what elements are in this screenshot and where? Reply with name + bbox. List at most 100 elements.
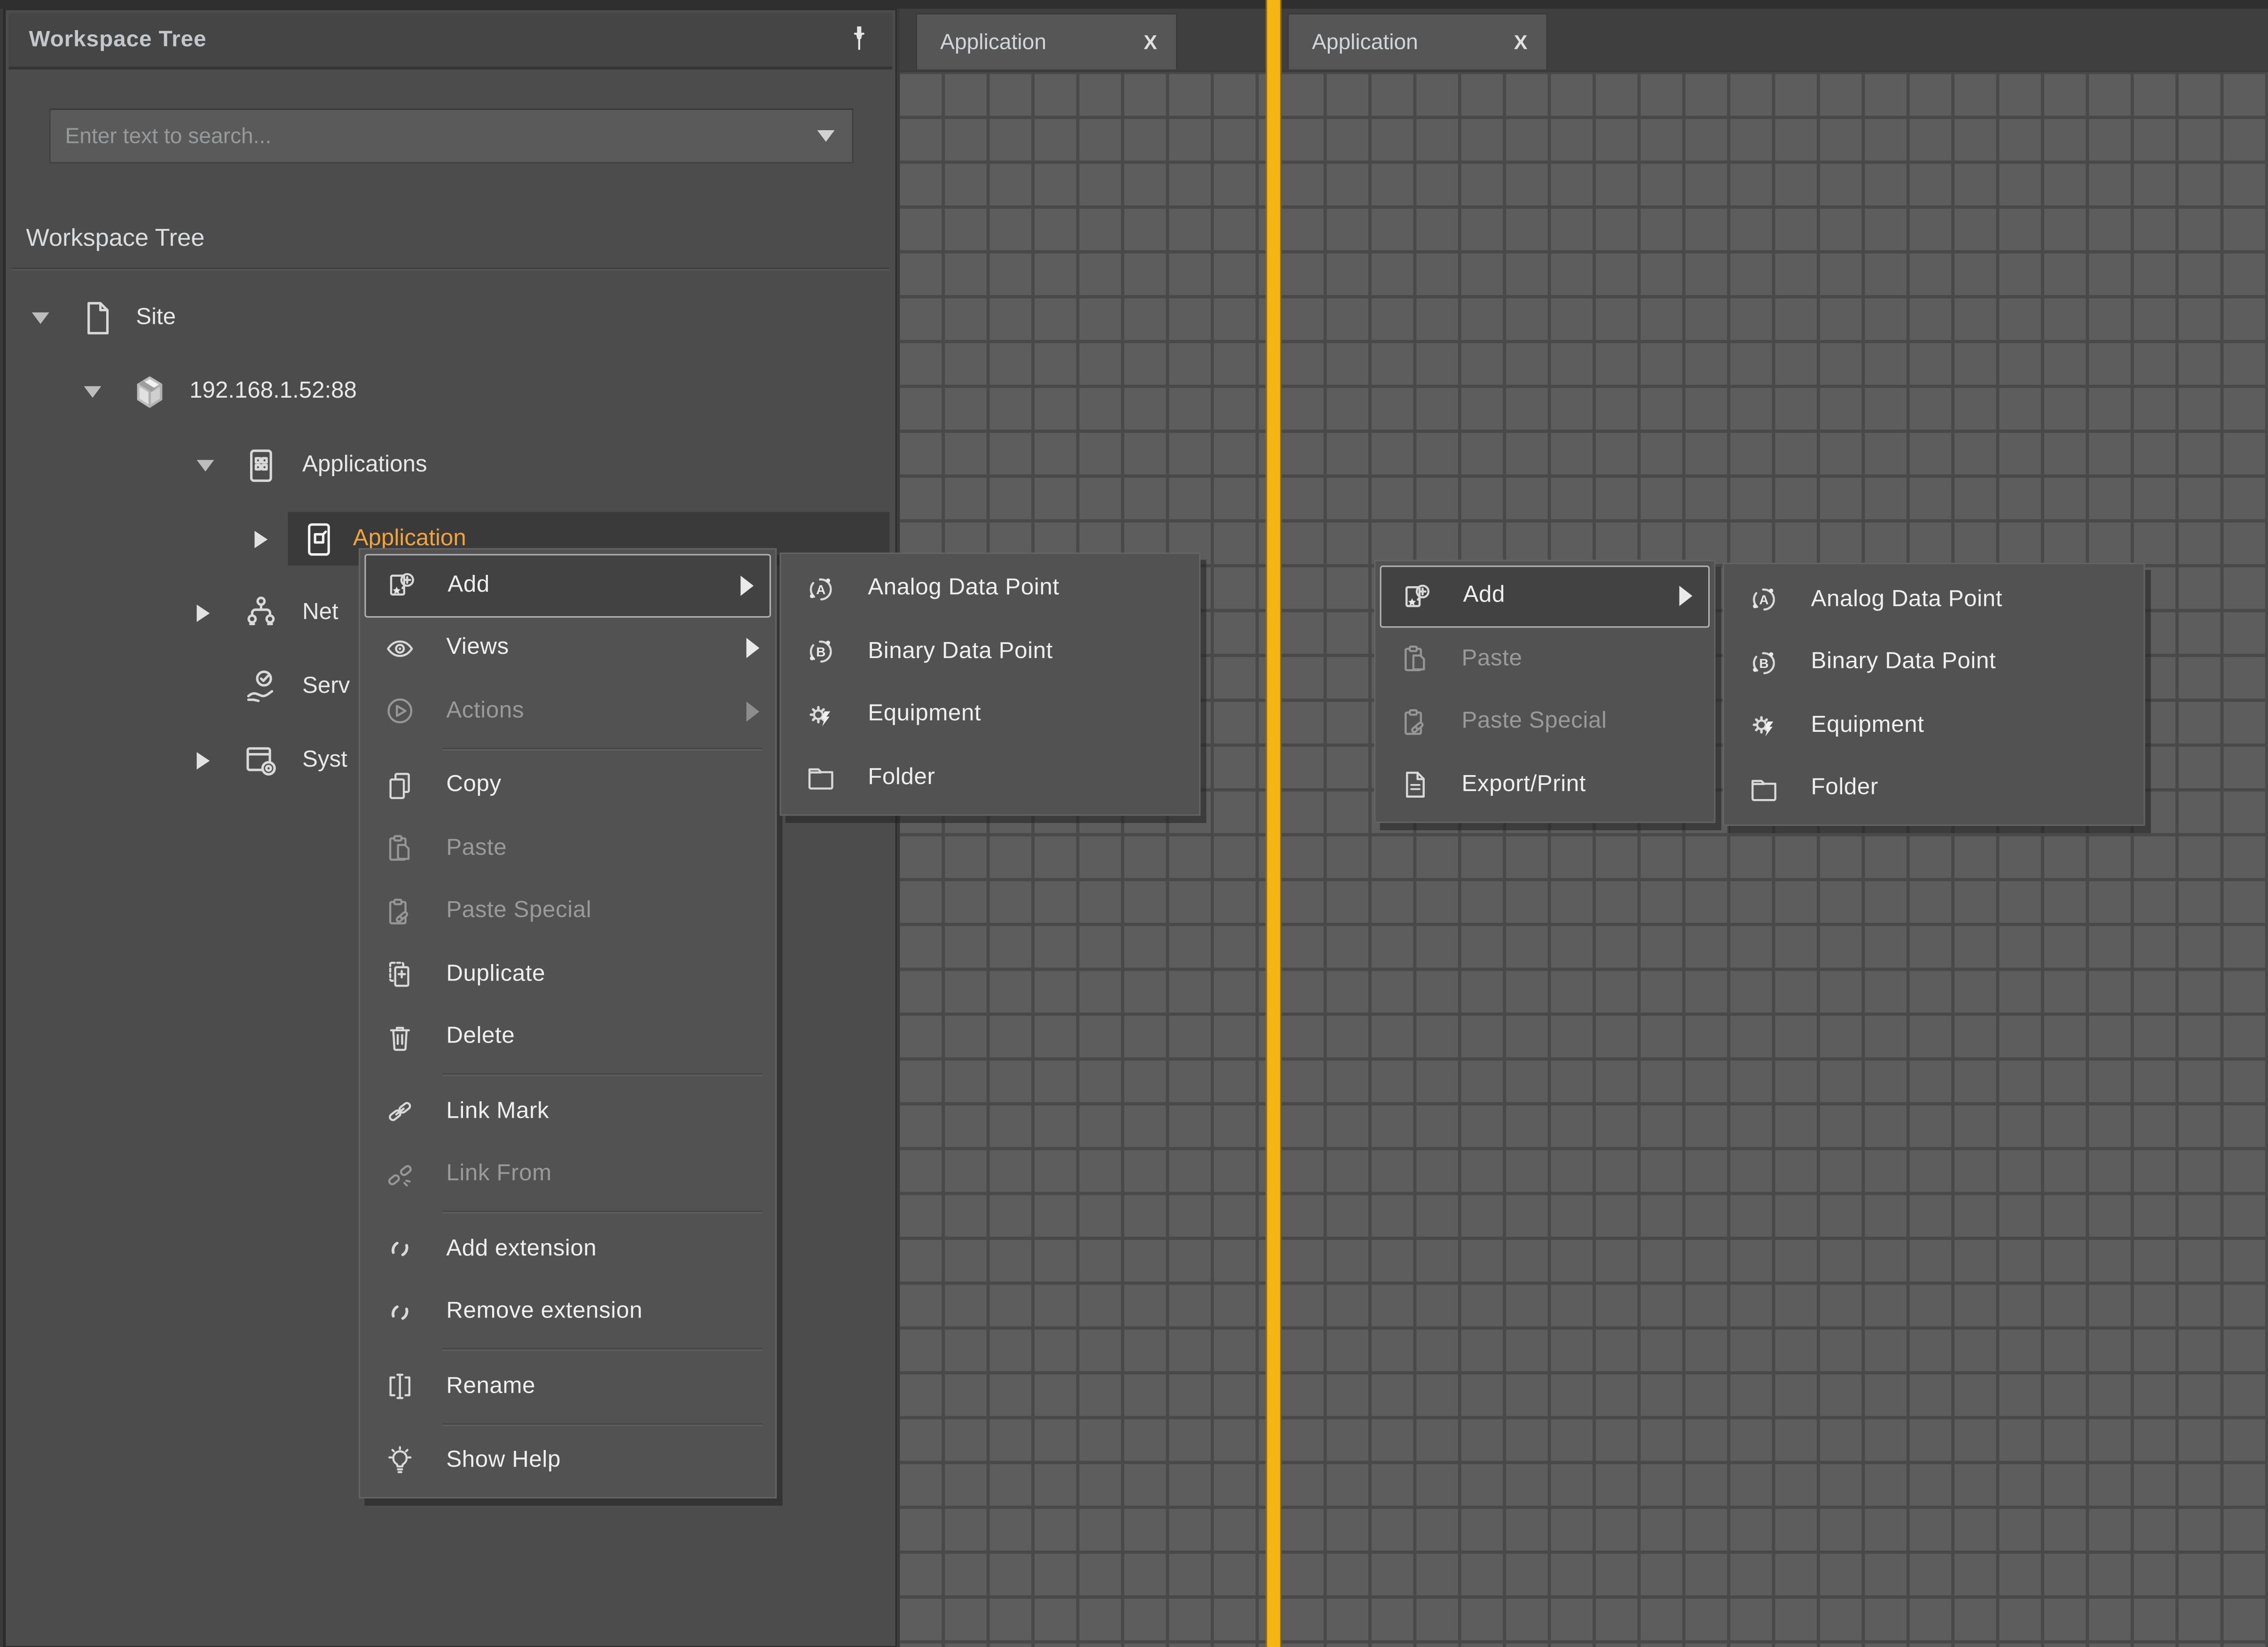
submenu-arrow-icon xyxy=(1679,586,1692,606)
close-icon[interactable]: X xyxy=(1514,31,1528,54)
close-icon[interactable]: X xyxy=(1144,31,1157,54)
add-submenu-right: A Analog Data Point B Binary Data Point Equi… xyxy=(1723,563,2145,826)
menu-item-add[interactable]: Add xyxy=(1379,565,1709,628)
equipment-icon xyxy=(804,698,838,732)
binary-point-icon: B xyxy=(804,635,838,669)
panel-title: Workspace Tree xyxy=(29,27,207,53)
equipment-icon xyxy=(1747,709,1781,743)
menu-item-label: Equipment xyxy=(1811,713,1924,738)
menu-item-paste-special[interactable]: Paste Special xyxy=(360,880,775,943)
help-icon xyxy=(383,1444,416,1478)
menu-item-paste[interactable]: Paste xyxy=(360,817,775,880)
menu-item-label: Paste xyxy=(446,836,507,862)
menu-item-remove-extension[interactable]: Remove extension xyxy=(360,1281,775,1344)
system-icon xyxy=(242,741,281,780)
submenu-arrow-icon xyxy=(740,575,753,596)
menu-item-label: Paste Special xyxy=(446,899,591,925)
menu-separator xyxy=(442,1348,761,1351)
panel-header: Workspace Tree xyxy=(8,13,892,70)
menu-item-analog-data-point[interactable]: A Analog Data Point xyxy=(1724,568,2143,631)
pane-divider[interactable] xyxy=(1265,0,1281,1647)
search-input[interactable] xyxy=(51,124,817,148)
pin-icon[interactable] xyxy=(843,23,875,58)
menu-separator xyxy=(442,747,761,750)
window-top-edge xyxy=(0,0,2268,8)
menu-item-equipment[interactable]: Equipment xyxy=(1724,694,2143,757)
tab-application-right[interactable]: Application X xyxy=(1287,13,1548,70)
chevron-right-icon[interactable] xyxy=(196,604,210,621)
menu-item-paste-special[interactable]: Paste Special xyxy=(1375,690,1713,753)
menu-item-label: Binary Data Point xyxy=(1811,650,1996,675)
tree-item-label: Applications xyxy=(302,452,427,478)
menu-item-add-extension[interactable]: Add extension xyxy=(360,1218,775,1281)
canvas-grid-left[interactable] xyxy=(900,70,1265,1647)
menu-item-delete[interactable]: Delete xyxy=(360,1006,775,1069)
tab-application-left[interactable]: Application X xyxy=(916,13,1177,70)
link-icon xyxy=(383,1095,416,1129)
menu-item-equipment[interactable]: Equipment xyxy=(781,683,1199,746)
chevron-down-icon[interactable] xyxy=(32,312,49,323)
menu-item-label: Add xyxy=(1463,583,1505,609)
tree-item-label: Serv xyxy=(302,673,350,699)
binary-point-icon: B xyxy=(1747,646,1781,680)
extension-icon xyxy=(383,1295,416,1329)
menu-item-link-from[interactable]: Link From xyxy=(360,1144,775,1207)
menu-item-actions[interactable]: Actions xyxy=(360,680,775,743)
menu-item-label: Link Mark xyxy=(446,1099,549,1125)
svg-text:A: A xyxy=(1759,593,1769,607)
menu-item-binary-data-point[interactable]: BBinary Data Point xyxy=(781,620,1199,683)
tree-item-192-168-1-52-88[interactable]: 192.168.1.52:88 xyxy=(6,364,891,418)
chevron-down-icon[interactable] xyxy=(196,459,214,471)
chevron-right-icon[interactable] xyxy=(196,752,210,769)
folder-icon xyxy=(804,761,838,794)
tab-label: Application xyxy=(1312,30,1418,54)
svg-text:A: A xyxy=(816,582,825,596)
add-submenu: AAnalog Data PointBBinary Data Point Equi… xyxy=(780,552,1201,815)
tab-label: Application xyxy=(940,30,1046,54)
add-icon xyxy=(1399,580,1433,613)
menu-item-rename[interactable]: Rename xyxy=(360,1355,775,1418)
tree-item-applications[interactable]: Applications xyxy=(6,438,891,492)
menu-item-show-help[interactable]: Show Help xyxy=(360,1430,775,1493)
link-broken-icon xyxy=(383,1158,416,1192)
menu-item-export-print[interactable]: Export/Print xyxy=(1375,753,1713,816)
chevron-down-icon[interactable] xyxy=(817,130,835,142)
tree-item-label: Site xyxy=(136,305,176,330)
rename-icon xyxy=(383,1370,416,1404)
menu-item-folder[interactable]: Folder xyxy=(1724,757,2143,820)
menu-item-binary-data-point[interactable]: B Binary Data Point xyxy=(1724,631,2143,694)
menu-item-label: Export/Print xyxy=(1462,772,1586,798)
chevron-right-icon[interactable] xyxy=(255,530,268,548)
extension-icon xyxy=(383,1233,416,1266)
menu-item-label: Analog Data Point xyxy=(1811,587,2002,613)
menu-item-label: Remove extension xyxy=(446,1299,643,1325)
tree-item-label: Net xyxy=(302,599,338,625)
menu-item-label: Equipment xyxy=(868,702,981,728)
chevron-down-icon[interactable] xyxy=(84,385,101,397)
menu-item-duplicate[interactable]: Duplicate xyxy=(360,943,775,1006)
paste-icon xyxy=(1398,643,1431,676)
menu-item-analog-data-point[interactable]: AAnalog Data Point xyxy=(781,557,1199,620)
menu-item-label: Actions xyxy=(446,698,524,724)
menu-separator xyxy=(442,1422,761,1425)
search-box[interactable] xyxy=(49,109,854,164)
export-print-icon xyxy=(1398,769,1431,802)
menu-item-label: Add extension xyxy=(446,1236,596,1262)
views-icon xyxy=(383,632,416,665)
menu-item-add[interactable]: Add xyxy=(364,554,770,617)
applications-icon xyxy=(242,446,281,485)
menu-item-label: Copy xyxy=(446,773,501,799)
tree-item-site[interactable]: Site xyxy=(6,291,891,345)
document-icon xyxy=(78,298,117,337)
menu-item-label: Views xyxy=(446,635,509,661)
menu-item-copy[interactable]: Copy xyxy=(360,754,775,817)
menu-item-label: Rename xyxy=(446,1374,535,1400)
menu-item-paste[interactable]: Paste xyxy=(1375,628,1713,691)
menu-item-views[interactable]: Views xyxy=(360,617,775,680)
menu-item-link-mark[interactable]: Link Mark xyxy=(360,1081,775,1144)
canvas-grid-right[interactable] xyxy=(1281,70,2268,1647)
menu-item-label: Folder xyxy=(868,765,935,791)
server-icon xyxy=(130,372,169,411)
menu-item-folder[interactable]: Folder xyxy=(781,746,1199,809)
paste-icon xyxy=(383,832,416,865)
